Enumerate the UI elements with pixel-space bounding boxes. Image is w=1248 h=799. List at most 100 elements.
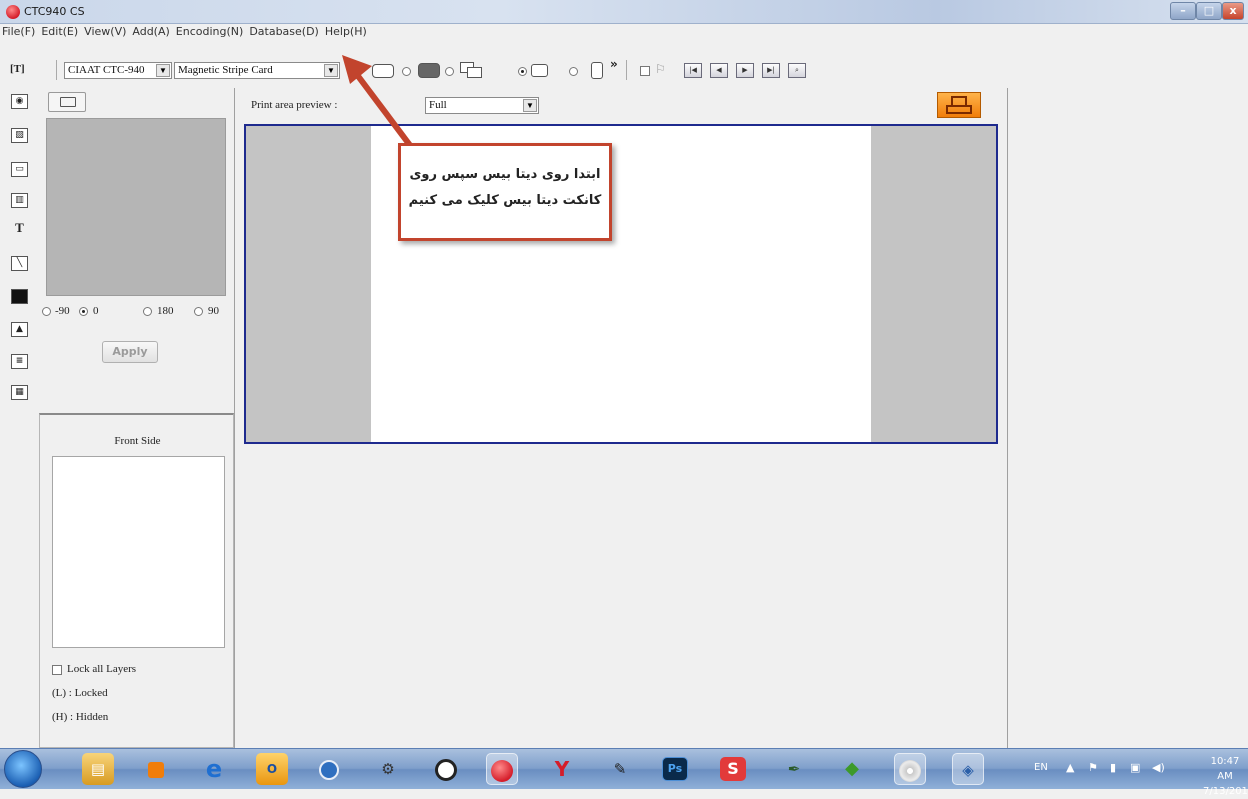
menu-edit[interactable]: Edit(E) — [41, 24, 78, 40]
yandex-browser-icon[interactable]: Y — [546, 753, 578, 785]
show-hidden-icons-icon[interactable]: ▲ — [1066, 761, 1074, 774]
text-mode-icon[interactable]: [T] — [10, 63, 25, 75]
lock-all-layers-checkbox[interactable] — [52, 665, 62, 675]
menu-add[interactable]: Add(A) — [132, 24, 169, 40]
search-icon[interactable]: ⌕ — [788, 63, 806, 78]
media-player-icon[interactable] — [140, 753, 172, 785]
active-app-icon[interactable]: ◈ — [952, 753, 984, 785]
rotate-radio-0[interactable] — [79, 307, 88, 316]
rotate-label-180: 180 — [157, 305, 174, 317]
printer-select-value: CIAAT CTC-940 — [68, 64, 145, 76]
layers-panel: Front Side Lock all Layers (L) : Locked … — [39, 413, 234, 748]
rotate-label-0: 0 — [93, 305, 99, 317]
last-record-icon[interactable]: ▶| — [762, 63, 780, 78]
separator — [56, 60, 57, 80]
locked-legend: (L) : Locked — [52, 687, 108, 699]
pen-tool-icon[interactable]: ✒ — [778, 753, 810, 785]
teamviewer-icon[interactable] — [313, 753, 345, 785]
portrait-card-icon[interactable] — [591, 62, 603, 79]
lock-all-layers-label: Lock all Layers — [67, 663, 137, 675]
front-side-label: Front Side — [114, 435, 161, 447]
open-folder-button[interactable] — [48, 92, 86, 112]
photo-tool-icon[interactable]: ◉ — [11, 94, 28, 109]
title-bar: CTC940 CS – □ x — [0, 0, 1248, 24]
app-icon — [6, 5, 20, 19]
preview-mode-select[interactable]: Full ▼ — [425, 97, 539, 114]
image-tool-icon[interactable]: ▨ — [11, 128, 28, 143]
signature-tool-icon[interactable]: ▲ — [11, 322, 28, 337]
menu-encoding[interactable]: Encoding(N) — [176, 24, 244, 40]
card-type-select-value: Magnetic Stripe Card — [178, 64, 273, 76]
prev-record-icon[interactable]: ◀ — [710, 63, 728, 78]
design-area: Print area preview : Full ▼ — [235, 88, 1007, 748]
menu-bar: File(F) Edit(E) View(V) Add(A) Encoding(N) Da… — [0, 24, 1248, 40]
rotate-radio-neg90[interactable] — [42, 307, 51, 316]
card-canvas-frame — [244, 124, 998, 444]
printer-base-icon — [946, 105, 972, 114]
annotation-arrow-shaft — [349, 66, 415, 150]
print-button[interactable] — [937, 92, 981, 118]
layer-front-icon[interactable] — [467, 67, 482, 78]
toolbar: [T] CIAAT CTC-940 ▼ Magnetic Stripe Card… — [0, 40, 1248, 88]
text-tool-icon[interactable]: T — [11, 221, 28, 236]
maximize-button[interactable]: □ — [1196, 2, 1222, 20]
rotate-radio-180[interactable] — [143, 307, 152, 316]
rotate-label-neg90: -90 — [55, 305, 70, 317]
outlook-icon[interactable]: O — [256, 753, 288, 785]
field-tool-icon[interactable]: ≡ — [11, 354, 28, 369]
menu-database[interactable]: Database(D) — [249, 24, 319, 40]
clock[interactable]: 10:47 AM 7/13/2014 — [1203, 754, 1248, 799]
layer-list[interactable] — [52, 456, 225, 648]
printer-select[interactable]: CIAAT CTC-940 ▼ — [64, 62, 172, 79]
start-button[interactable] — [4, 750, 42, 788]
fill-rect-tool-icon[interactable] — [11, 289, 28, 304]
menu-file[interactable]: File(F) — [2, 24, 35, 40]
annotation-line-1: ابتدا روی دیتا بیس سپس روی — [409, 167, 601, 182]
image-preview — [46, 118, 226, 296]
line-tool-icon[interactable]: ╲ — [11, 256, 28, 271]
disc-icon[interactable] — [894, 753, 926, 785]
card-printer-icon[interactable] — [430, 753, 462, 785]
card-type-select[interactable]: Magnetic Stripe Card ▼ — [174, 62, 340, 79]
right-pane — [1007, 88, 1248, 748]
menu-view[interactable]: View(V) — [84, 24, 126, 40]
action-center-flag-icon[interactable]: ⚑ — [1088, 761, 1098, 774]
ctc940-icon[interactable] — [486, 753, 518, 785]
toolbar-checkbox[interactable] — [640, 66, 650, 76]
orientation-radio-landscape[interactable] — [518, 67, 527, 76]
next-record-icon[interactable]: ▶ — [736, 63, 754, 78]
apply-button[interactable]: Apply — [102, 341, 158, 363]
barcode-tool-icon[interactable]: ▥ — [11, 193, 28, 208]
internet-explorer-icon[interactable]: e — [198, 753, 230, 785]
network-icon[interactable]: ▣ — [1130, 761, 1140, 774]
tool-strip: ◉ ▨ ▭ ▥ T ╲ ▲ ≡ ▦ — [0, 88, 36, 748]
flag-icon[interactable]: ⚐ — [655, 62, 666, 76]
frame-tool-icon[interactable]: ▭ — [11, 162, 28, 177]
shape-radio-2[interactable] — [445, 67, 454, 76]
folder-icon — [60, 97, 76, 107]
chevron-down-icon: ▼ — [156, 64, 170, 77]
s-app-icon[interactable]: S — [720, 757, 746, 781]
annotation-box: ابتدا روی دیتا بیس سپس روی کانکت دیتا بی… — [398, 143, 612, 241]
explorer-icon[interactable]: ▤ — [82, 753, 114, 785]
menu-help[interactable]: Help(H) — [325, 24, 367, 40]
fax-icon[interactable]: ✎ — [604, 753, 636, 785]
properties-panel: -90 0 180 90 Apply Front Side Lock all L… — [36, 88, 235, 748]
volume-icon[interactable]: ◀) — [1152, 761, 1165, 774]
photoshop-icon[interactable]: Ps — [662, 757, 688, 781]
toolbar-overflow-icon[interactable]: » — [610, 57, 618, 71]
preview-mode-value: Full — [429, 99, 447, 111]
annotation-line-2: کانکت دیتا بیس کلیک می کنیم — [408, 193, 602, 208]
network-tool-icon[interactable]: ⚙ — [372, 753, 404, 785]
minimize-button[interactable]: – — [1170, 2, 1196, 20]
separator — [626, 60, 627, 80]
landscape-card-icon[interactable] — [531, 64, 548, 77]
close-button[interactable]: x — [1222, 2, 1244, 20]
orientation-radio-portrait[interactable] — [569, 67, 578, 76]
first-record-icon[interactable]: |◀ — [684, 63, 702, 78]
qr-tool-icon[interactable]: ▦ — [11, 385, 28, 400]
language-indicator[interactable]: EN — [1034, 762, 1048, 773]
corel-icon[interactable]: ◆ — [836, 753, 868, 785]
battery-icon[interactable]: ▮ — [1110, 761, 1116, 774]
rotate-radio-90[interactable] — [194, 307, 203, 316]
